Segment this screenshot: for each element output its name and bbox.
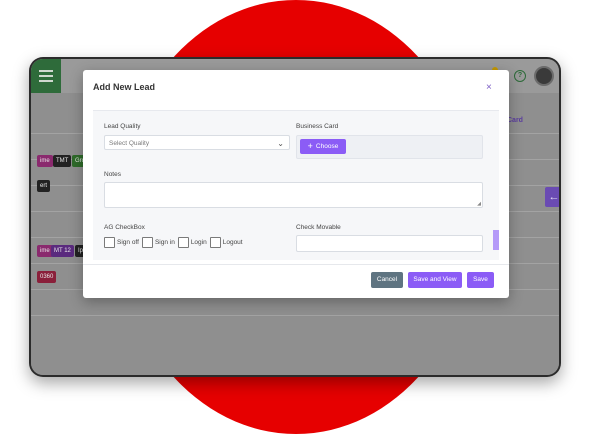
chevron-down-icon: ⌄ — [277, 139, 284, 148]
avatar[interactable] — [534, 66, 554, 86]
checkbox-label: Login — [190, 238, 207, 246]
side-arrow-icon[interactable]: ← — [545, 187, 559, 207]
checkbox-logout[interactable] — [209, 236, 221, 248]
choose-button[interactable]: + Choose — [300, 139, 346, 154]
bg-tag: 0360 — [37, 271, 57, 283]
check-movable-input[interactable] — [296, 235, 483, 252]
checkbox-label: Sign off — [117, 238, 139, 246]
bg-tag: ert — [37, 180, 51, 192]
close-icon[interactable]: × — [486, 82, 492, 93]
check-movable-label: Check Movable — [296, 224, 341, 231]
checkbox-sign-off[interactable] — [104, 236, 115, 248]
checkbox-label: Logout — [222, 238, 243, 246]
plus-icon: + — [307, 141, 313, 151]
bg-tag: TMT — [53, 155, 72, 167]
save-and-view-button[interactable]: Save and View — [408, 272, 462, 288]
bg-column-header-card: Card — [507, 117, 523, 124]
help-icon[interactable]: ? — [514, 70, 526, 82]
checkbox-label: Sign in — [154, 238, 175, 246]
lead-quality-label: Lead Quality — [104, 123, 141, 130]
checkbox-sign-in[interactable] — [141, 236, 153, 248]
notes-label: Notes — [104, 171, 121, 178]
cancel-button[interactable]: Cancel — [371, 272, 403, 288]
lead-quality-placeholder: Select Quality — [109, 140, 150, 147]
modal-body: Lead Quality Select Quality ⌄ Business C… — [93, 110, 499, 260]
business-card-upload: + Choose — [296, 135, 483, 159]
checkbox-login[interactable] — [177, 236, 189, 248]
save-button[interactable]: Save — [467, 272, 494, 288]
lead-quality-select[interactable]: Select Quality ⌄ — [104, 135, 290, 150]
choose-label: Choose — [315, 143, 339, 150]
business-card-label: Business Card — [296, 123, 339, 130]
footer-divider — [83, 264, 509, 265]
bg-tag: MT 12 — [51, 245, 74, 257]
bg-tag: ime — [37, 155, 53, 167]
ag-checkbox-group: Sign off Sign in Login Logout — [104, 236, 246, 248]
resize-handle-icon[interactable]: ◢ — [477, 201, 481, 207]
scrollbar[interactable] — [493, 230, 499, 250]
notes-textarea[interactable]: ◢ — [104, 182, 483, 208]
modal-title: Add New Lead — [93, 82, 156, 92]
ag-checkbox-label: AG CheckBox — [104, 224, 145, 231]
menu-icon[interactable] — [31, 59, 61, 93]
add-lead-modal: Add New Lead × Lead Quality Select Quali… — [83, 70, 509, 298]
